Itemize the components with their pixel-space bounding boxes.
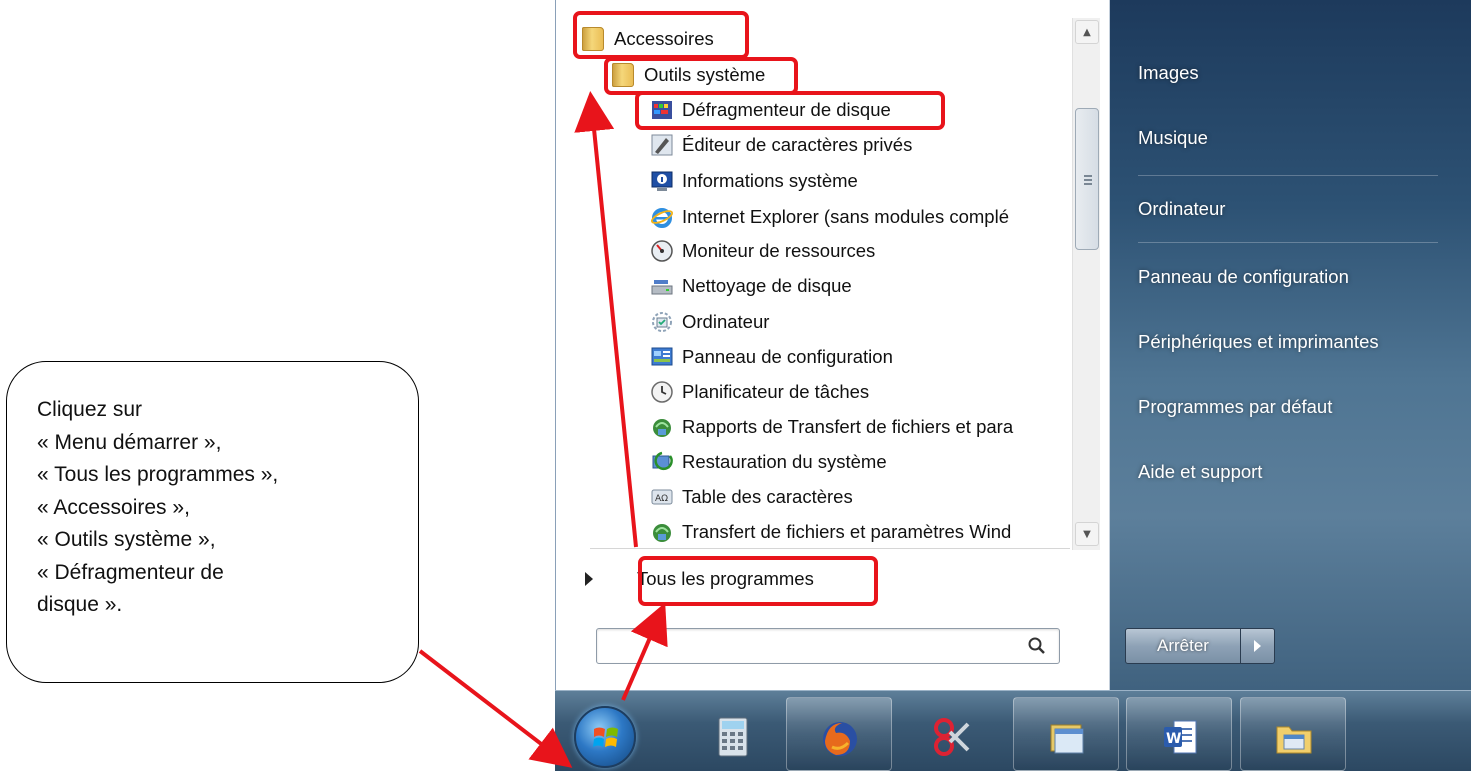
calculator-icon [718,717,748,757]
program-item-easy-transfer[interactable]: Transfert de fichiers et paramètres Wind [650,515,1011,549]
program-label: Internet Explorer (sans modules complé [682,206,1009,227]
right-separator [1138,242,1438,243]
folder-outils-label: Outils système [644,64,766,85]
windows-logo-icon [593,727,618,747]
program-item-system-info[interactable]: Informations système [650,164,858,198]
taskbar-calculator[interactable] [680,697,786,771]
start-button[interactable] [574,706,636,768]
program-item-control-panel[interactable]: Panneau de configuration [650,340,893,374]
program-item-computer[interactable]: Ordinateur [650,305,769,339]
snipping-tool-icon [934,718,970,756]
program-label: Défragmenteur de disque [682,99,891,120]
taskbar-snipping-tool[interactable] [899,697,1005,771]
scrollbar-thumb[interactable] [1075,108,1099,250]
taskbar-folder-library[interactable] [1240,697,1346,771]
callout-line: disque ». [37,593,123,616]
program-item-task-scheduler[interactable]: Planificateur de tâches [650,375,869,409]
all-programs-button[interactable]: Tous les programmes [585,561,814,597]
programs-scrollbar[interactable]: ▲ ▼ [1072,18,1100,550]
firefox-icon [823,722,857,756]
program-label: Panneau de configuration [682,346,893,367]
program-item-disk-cleanup[interactable]: Nettoyage de disque [650,269,852,303]
svg-text:W: W [1166,731,1181,747]
word-icon: W [1164,720,1197,754]
control-panel-icon [651,347,673,366]
right-item-devices-printers[interactable]: Périphériques et imprimantes [1138,325,1379,359]
callout-line: « Tous les programmes », [37,463,279,486]
system-info-icon [651,171,673,191]
program-label: Transfert de fichiers et paramètres Wind [682,521,1012,542]
right-item-music[interactable]: Musique [1138,121,1208,155]
program-label: Nettoyage de disque [682,275,852,296]
folder-outils-systeme[interactable]: Outils système [612,58,765,92]
folder-accessoires[interactable]: Accessoires [582,22,714,56]
svg-text:AΩ: AΩ [655,494,668,504]
folder-accessoires-label: Accessoires [614,28,714,49]
chevron-right-icon [1254,640,1261,652]
callout-line: « Défragmenteur de [37,560,224,584]
search-icon[interactable] [1027,636,1047,656]
callout-line: « Outils système », [37,528,216,551]
all-programs-label: Tous les programmes [637,568,814,589]
start-menu-right-pane: Images Musique Ordinateur Panneau de con… [1110,0,1471,690]
program-label: Restauration du système [682,451,887,472]
right-item-computer[interactable]: Ordinateur [1138,192,1225,226]
program-label: Informations système [682,170,858,191]
folder-icon [582,27,604,51]
program-item-resource-monitor[interactable]: Moniteur de ressources [650,234,875,268]
right-item-help-support[interactable]: Aide et support [1138,455,1262,489]
program-label: Table des caractères [682,486,853,507]
char-editor-icon [651,134,673,156]
callout-line: Cliquez sur [37,398,143,421]
program-label: Rapports de Transfert de fichiers et par… [682,416,1014,437]
explorer-window-icon [1050,724,1084,754]
computer-icon [652,312,672,332]
easy-transfer-icon [653,524,671,542]
program-label: Ordinateur [682,311,770,332]
program-item-internet-explorer[interactable]: Internet Explorer (sans modules complé [650,200,1009,234]
system-restore-icon [652,451,673,471]
resource-monitor-icon [651,240,673,262]
shutdown-options-button[interactable] [1241,628,1275,664]
program-label: Moniteur de ressources [682,240,876,261]
taskbar-firefox[interactable] [786,697,892,771]
callout-line: « Menu démarrer », [37,430,222,454]
shutdown-button[interactable]: Arrêter [1125,628,1241,664]
right-separator [1138,175,1438,176]
internet-explorer-icon [650,208,674,228]
folder-icon [612,63,634,87]
shutdown-group: Arrêter [1125,628,1275,664]
character-map-icon: AΩ [651,489,673,505]
task-scheduler-icon [651,381,673,403]
disk-cleanup-icon [651,280,673,295]
defrag-icon [652,101,672,119]
taskbar-explorer-window[interactable] [1013,697,1119,771]
callout-line: « Accessoires », [37,495,190,519]
right-item-default-programs[interactable]: Programmes par défaut [1138,390,1332,424]
right-item-control-panel[interactable]: Panneau de configuration [1138,260,1349,294]
transfer-reports-icon [653,419,671,437]
right-item-images[interactable]: Images [1138,56,1199,90]
program-label: Planificateur de tâches [682,381,870,402]
menu-divider [590,548,1070,549]
program-item-transfer-reports[interactable]: Rapports de Transfert de fichiers et par… [650,410,1013,444]
scroll-up-button[interactable]: ▲ [1075,20,1099,44]
program-label: Éditeur de caractères privés [682,134,913,155]
scroll-down-button[interactable]: ▼ [1075,522,1099,546]
program-item-system-restore[interactable]: Restauration du système [650,445,887,479]
program-item-char-editor[interactable]: Éditeur de caractères privés [650,128,912,162]
folder-library-icon [1276,726,1312,754]
taskbar-word[interactable]: W [1126,697,1232,771]
arrow-to-start [418,649,573,768]
search-input[interactable] [596,628,1060,664]
program-item-defrag[interactable]: Défragmenteur de disque [650,93,891,127]
chevron-right-icon [585,572,593,586]
program-item-character-map[interactable]: AΩ Table des caractères [650,480,853,514]
instruction-callout: Cliquez sur « Menu démarrer », « Tous le… [6,361,419,683]
